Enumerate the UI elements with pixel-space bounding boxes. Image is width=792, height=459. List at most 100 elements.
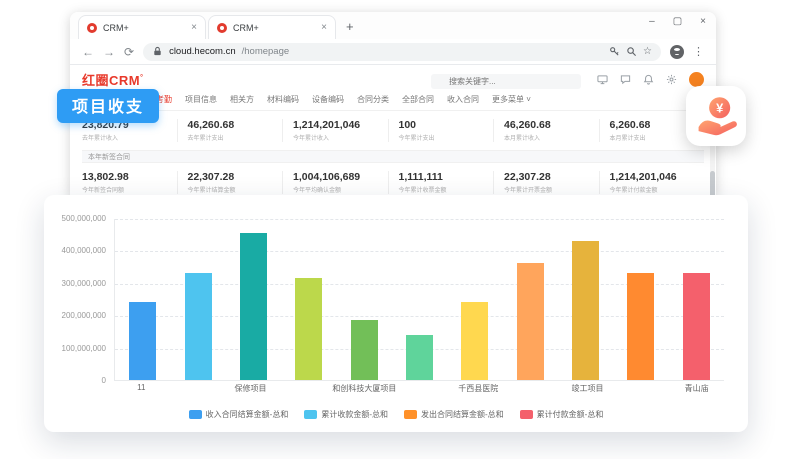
stat-card: 1,004,106,689 今年平均确认金额 [282,171,388,194]
browser-profile-avatar[interactable] [670,45,684,59]
bookmark-star-icon[interactable]: ☆ [643,47,652,57]
crm-logo: 红圈CRM° [82,70,143,89]
bar-slot [447,219,502,380]
chart-bar-7[interactable] [461,302,488,380]
chart-card: 500,000,000400,000,000300,000,000200,000… [44,195,748,432]
bar-slot [336,219,391,380]
crm-search-input[interactable] [431,74,581,89]
chart-bar-2[interactable] [185,273,212,380]
legend-swatch [304,410,317,419]
stat-card: 46,260.68本月累计收入 [493,119,599,142]
stat-value: 1,214,201,046 [610,171,705,183]
stat-card: 22,307.28今年累计结算金额 [177,171,283,194]
crm-favicon-icon [87,23,97,33]
browser-window: CRM+×CRM+× + – ▢ × ← → ⟳ cloud.hecom.cn/… [70,12,716,198]
monitor-icon[interactable] [597,74,608,85]
chart-legend: 收入合同结算金额-总和 累计收款金额-总和 发出合同结算金额-总和 累计付款金额-总和 [44,409,748,420]
reload-icon[interactable]: ⟳ [124,46,134,58]
chart-bar-8[interactable] [517,263,544,380]
stat-label: 去年累计收入 [82,133,177,142]
y-tick-label: 300,000,000 [44,279,106,288]
stat-value: 1,004,106,689 [293,171,388,183]
legend-item-2[interactable]: 累计收款金额-总和 [304,409,388,420]
crm-nav-item-5[interactable]: 相关方 [230,94,254,105]
zoom-icon[interactable] [626,46,637,57]
x-axis-label: 竣工项目 [560,383,615,394]
legend-swatch [520,410,533,419]
legend-item-1[interactable]: 收入合同结算金额-总和 [189,409,289,420]
legend-label: 累计收款金额-总和 [321,409,388,420]
x-axis-label: 千西县医院 [451,383,506,394]
stat-value: 13,802.98 [82,171,177,183]
bell-icon[interactable] [643,74,654,85]
y-tick-label: 100,000,000 [44,344,106,353]
crm-nav-item-7[interactable]: 设备编码 [312,94,344,105]
url-field[interactable]: cloud.hecom.cn/homepage ☆ [143,43,661,61]
screenshot-stage: CRM+×CRM+× + – ▢ × ← → ⟳ cloud.hecom.cn/… [0,0,792,459]
crm-favicon-icon [217,23,227,33]
close-button[interactable]: × [700,16,706,27]
stat-value: 46,260.68 [188,119,283,131]
section-title: 本年新签合同 [82,150,704,163]
stat-value: 1,111,111 [399,171,494,183]
legend-item-4[interactable]: 累计付款金额-总和 [520,409,604,420]
bar-slot [226,219,281,380]
browser-tab-1[interactable]: CRM+ × [78,15,206,39]
crm-nav-item-6[interactable]: 材料编码 [267,94,299,105]
bar-slot [669,219,724,380]
chart-bar-6[interactable] [406,335,433,380]
chat-icon[interactable] [620,74,631,85]
chart-bar-5[interactable] [351,320,378,380]
maximize-button[interactable]: ▢ [673,16,682,27]
stat-label: 本月累计收入 [504,133,599,142]
coin-hand-card: ¥ [686,86,746,146]
chart-bar-3[interactable] [240,233,267,380]
crm-nav-item-11[interactable]: 更多菜单 ˅ [492,94,531,105]
back-icon[interactable]: ← [82,46,94,58]
legend-label: 发出合同结算金额-总和 [421,409,504,420]
stat-label: 去年累计支出 [188,133,283,142]
yuan-coin-hand-icon: ¥ [694,94,738,138]
crm-nav-item-10[interactable]: 收入合同 [447,94,479,105]
forward-icon[interactable]: → [103,46,115,58]
tab-title: CRM+ [103,23,185,33]
x-axis-label: 和创科技大厦项目 [332,383,396,394]
chart-bar-11[interactable] [683,273,710,380]
stat-label: 今年累计付款金额 [610,185,705,194]
tab-close-icon[interactable]: × [321,23,327,33]
crm-nav-item-8[interactable]: 合同分类 [357,94,389,105]
gear-icon[interactable] [666,74,677,85]
chart-bar-4[interactable] [295,278,322,380]
legend-item-3[interactable]: 发出合同结算金额-总和 [404,409,504,420]
crm-nav-item-4[interactable]: 项目信息 [185,94,217,105]
legend-swatch [404,410,417,419]
stat-label: 今年平均确认金额 [293,185,388,194]
stat-label: 今年累计收票金额 [399,185,494,194]
legend-label: 收入合同结算金额-总和 [206,409,289,420]
x-axis-label [396,383,451,394]
tab-close-icon[interactable]: × [191,23,197,33]
minimize-button[interactable]: – [649,16,655,27]
x-axis-label: 保修项目 [223,383,278,394]
crm-nav-item-9[interactable]: 全部合同 [402,94,434,105]
stat-label: 今年累计收入 [293,133,388,142]
chart-bar-9[interactable] [572,241,599,380]
chart-bar-1[interactable] [129,302,156,380]
bar-slot [281,219,336,380]
new-tab-button[interactable]: + [346,19,354,34]
url-host: cloud.hecom.cn [169,46,236,57]
stat-label: 今年新签合同额 [82,185,177,194]
chart-bar-10[interactable] [627,273,654,380]
stat-label: 今年累计开票金额 [504,185,599,194]
key-icon[interactable] [609,46,620,57]
tab-strip: CRM+×CRM+× + – ▢ × [70,12,716,39]
stats-row-1: 23,820.79去年累计收入46,260.68去年累计支出1,214,201,… [70,111,716,146]
url-path: /homepage [242,46,290,57]
browser-menu-icon[interactable]: ⋮ [693,45,704,58]
stats-row-2: 13,802.98今年新签合同额22,307.28今年累计结算金额1,004,1… [70,163,716,198]
crm-user-avatar[interactable] [689,72,704,87]
browser-tab-2[interactable]: CRM+× [208,15,336,39]
scrollbar-thumb[interactable] [710,171,715,198]
stat-label: 今年累计支出 [399,133,494,142]
legend-swatch [189,410,202,419]
